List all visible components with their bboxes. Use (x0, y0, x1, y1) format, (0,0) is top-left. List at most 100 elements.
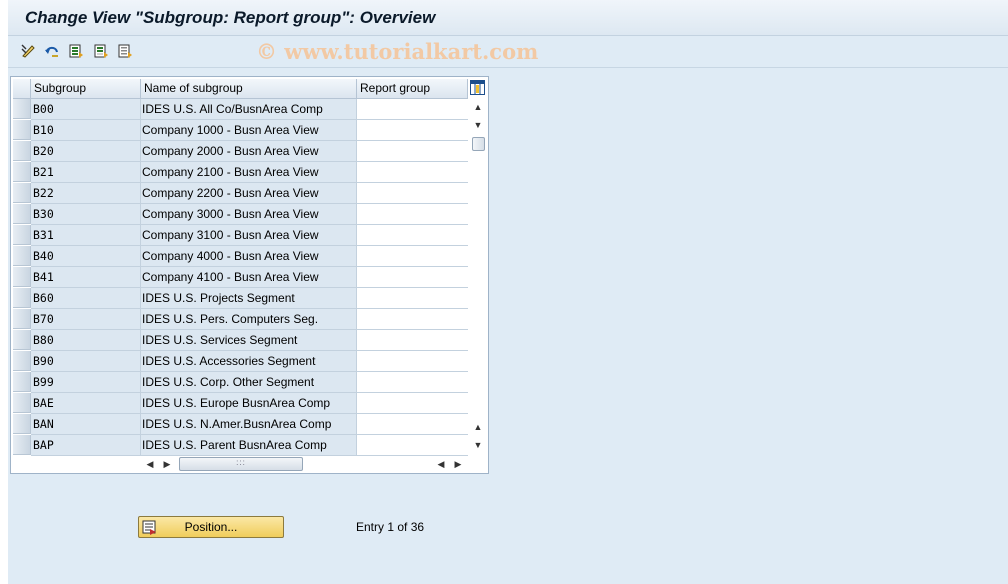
cell-report-group-input[interactable] (357, 435, 468, 456)
row-selector[interactable] (13, 183, 31, 203)
select-all-icon[interactable] (67, 42, 85, 60)
table-row: B70 IDES U.S. Pers. Computers Seg. (13, 309, 468, 330)
cell-subgroup: B21 (31, 162, 141, 183)
cell-name-of-subgroup: Company 2100 - Busn Area View (141, 162, 357, 183)
scroll-page-down-icon[interactable]: ▼ (472, 439, 484, 451)
cell-subgroup: B70 (31, 309, 141, 330)
cell-subgroup: B40 (31, 246, 141, 267)
row-selector[interactable] (13, 246, 31, 266)
cell-name-of-subgroup: IDES U.S. Services Segment (141, 330, 357, 351)
row-selector[interactable] (13, 288, 31, 308)
scroll-left-icon[interactable]: ◀ (144, 458, 156, 470)
table-row: B90 IDES U.S. Accessories Segment (13, 351, 468, 372)
table-row: B10 Company 1000 - Busn Area View (13, 120, 468, 141)
window-left-edge (0, 0, 8, 584)
row-selector[interactable] (13, 435, 31, 455)
page-title: Change View "Subgroup: Report group": Ov… (25, 8, 436, 27)
scroll-up-icon[interactable]: ▲ (472, 101, 484, 113)
cell-report-group-input[interactable] (357, 351, 468, 372)
cell-subgroup: B99 (31, 372, 141, 393)
cell-report-group-input[interactable] (357, 414, 468, 435)
column-header-report-group[interactable]: Report group (357, 79, 468, 99)
cell-report-group-input[interactable] (357, 225, 468, 246)
table-row: BAE IDES U.S. Europe BusnArea Comp (13, 393, 468, 414)
cell-report-group-input[interactable] (357, 141, 468, 162)
cell-report-group-input[interactable] (357, 393, 468, 414)
cell-subgroup: B20 (31, 141, 141, 162)
row-selector[interactable] (13, 372, 31, 392)
row-selector[interactable] (13, 225, 31, 245)
row-selector[interactable] (13, 99, 31, 119)
cell-report-group-input[interactable] (357, 330, 468, 351)
cell-name-of-subgroup: IDES U.S. Pers. Computers Seg. (141, 309, 357, 330)
table-row: B99 IDES U.S. Corp. Other Segment (13, 372, 468, 393)
scroll-page-up-icon[interactable]: ▲ (472, 421, 484, 433)
row-selector[interactable] (13, 351, 31, 371)
cell-name-of-subgroup: Company 1000 - Busn Area View (141, 120, 357, 141)
cell-name-of-subgroup: Company 2000 - Busn Area View (141, 141, 357, 162)
position-button[interactable]: Position... (138, 516, 284, 538)
row-selector[interactable] (13, 414, 31, 434)
cell-report-group-input[interactable] (357, 183, 468, 204)
cell-report-group-input[interactable] (357, 99, 468, 120)
cell-subgroup: B80 (31, 330, 141, 351)
cell-name-of-subgroup: Company 2200 - Busn Area View (141, 183, 357, 204)
cell-subgroup: B60 (31, 288, 141, 309)
scroll-right-icon[interactable]: ▶ (161, 458, 173, 470)
row-selector[interactable] (13, 141, 31, 161)
cell-name-of-subgroup: Company 4000 - Busn Area View (141, 246, 357, 267)
cell-report-group-input[interactable] (357, 267, 468, 288)
vertical-scrollbar[interactable]: ▲ ▼ ▲ ▼ (470, 99, 486, 453)
cell-report-group-input[interactable] (357, 204, 468, 225)
cell-name-of-subgroup: IDES U.S. Projects Segment (141, 288, 357, 309)
cell-report-group-input[interactable] (357, 162, 468, 183)
row-selector[interactable] (13, 330, 31, 350)
cell-name-of-subgroup: Company 3100 - Busn Area View (141, 225, 357, 246)
cell-report-group-input[interactable] (357, 120, 468, 141)
table-control: Subgroup Name of subgroup Report group B… (10, 76, 489, 474)
cell-report-group-input[interactable] (357, 309, 468, 330)
display-change-toggle-icon[interactable] (20, 42, 38, 60)
vertical-scroll-thumb[interactable] (472, 137, 485, 151)
scroll-down-icon[interactable]: ▼ (472, 119, 484, 131)
cell-name-of-subgroup: IDES U.S. Accessories Segment (141, 351, 357, 372)
row-selector[interactable] (13, 393, 31, 413)
scroll-right-end-icon[interactable]: ▶ (452, 458, 464, 470)
cell-subgroup: BAN (31, 414, 141, 435)
column-header-name-of-subgroup[interactable]: Name of subgroup (141, 79, 357, 99)
row-selector[interactable] (13, 267, 31, 287)
cell-subgroup: B90 (31, 351, 141, 372)
scroll-left-end-icon[interactable]: ◀ (435, 458, 447, 470)
cell-report-group-input[interactable] (357, 288, 468, 309)
cell-subgroup: BAE (31, 393, 141, 414)
cell-name-of-subgroup: IDES U.S. N.Amer.BusnArea Comp (141, 414, 357, 435)
column-header-subgroup[interactable]: Subgroup (31, 79, 141, 99)
cell-subgroup: B41 (31, 267, 141, 288)
row-selector[interactable] (13, 162, 31, 182)
deselect-all-icon[interactable] (116, 42, 134, 60)
horizontal-scroll-thumb[interactable]: ::: (179, 457, 303, 471)
cell-subgroup: B31 (31, 225, 141, 246)
row-selector[interactable] (13, 309, 31, 329)
table-row: B41 Company 4100 - Busn Area View (13, 267, 468, 288)
table-row: BAN IDES U.S. N.Amer.BusnArea Comp (13, 414, 468, 435)
select-block-icon[interactable] (92, 42, 110, 60)
cell-report-group-input[interactable] (357, 372, 468, 393)
table-settings-icon[interactable] (469, 79, 485, 95)
table-row: B30 Company 3000 - Busn Area View (13, 204, 468, 225)
cell-name-of-subgroup: Company 3000 - Busn Area View (141, 204, 357, 225)
table-row: B22 Company 2200 - Busn Area View (13, 183, 468, 204)
select-all-rows-corner[interactable] (13, 79, 31, 99)
cell-name-of-subgroup: IDES U.S. Parent BusnArea Comp (141, 435, 357, 456)
entry-counter: Entry 1 of 36 (356, 520, 425, 534)
cell-report-group-input[interactable] (357, 246, 468, 267)
row-selector[interactable] (13, 204, 31, 224)
watermark-text: © www.tutorialkart.com (256, 39, 539, 64)
row-selector[interactable] (13, 120, 31, 140)
application-toolbar: © www.tutorialkart.com (8, 36, 1008, 68)
cell-subgroup: B30 (31, 204, 141, 225)
undo-icon[interactable] (43, 42, 61, 60)
table-row: BAP IDES U.S. Parent BusnArea Comp (13, 435, 468, 456)
position-button-label: Position... (184, 520, 238, 534)
table-row: B31 Company 3100 - Busn Area View (13, 225, 468, 246)
